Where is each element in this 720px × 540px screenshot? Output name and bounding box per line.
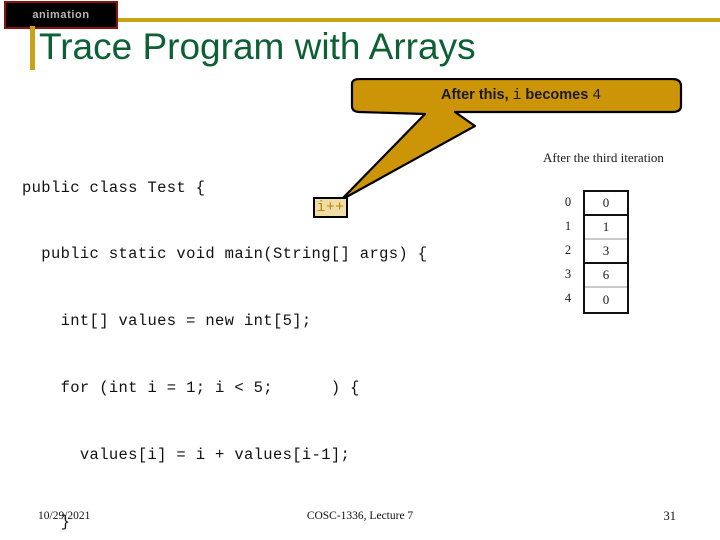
code-listing: public class Test { public static void m… — [22, 132, 427, 540]
increment-highlight-box: i++ — [313, 197, 348, 218]
footer-page-number: 31 — [663, 509, 677, 523]
array-index: 4 — [564, 290, 572, 305]
increment-highlight-label: i++ — [316, 199, 345, 216]
callout-text: After this, i becomes 4 — [360, 87, 682, 104]
array-cell: 0 — [585, 192, 627, 216]
array-cell: 0 — [602, 292, 610, 307]
array-index: 1 — [564, 218, 572, 233]
code-line: for (int i = 1; i < 5; ) { — [22, 379, 360, 398]
animation-badge-label: animation — [32, 9, 90, 21]
callout-prefix: After this, — [440, 87, 509, 103]
callout-value: 4 — [592, 88, 602, 104]
array-diagram-caption: After the third iteration — [543, 150, 664, 165]
page-title: Trace Program with Arrays — [39, 26, 476, 67]
array-index: 2 — [564, 242, 572, 257]
footer-course: COSC-1336, Lecture 7 — [306, 510, 414, 522]
code-line: public static void main(String[] args) { — [22, 245, 428, 264]
callout-variable: i — [512, 88, 522, 104]
code-line: public class Test { — [22, 178, 206, 197]
array-cell: 1 — [585, 216, 627, 240]
title-accent-bar — [30, 26, 35, 70]
callout-middle: becomes — [525, 87, 589, 103]
array-index: 0 — [564, 194, 572, 209]
array-cell: 3 — [585, 240, 627, 264]
array-cells-table: 0 1 3 6 0 — [583, 190, 629, 314]
array-index: 3 — [564, 266, 572, 281]
array-index-column: 0 1 2 3 4 — [560, 190, 576, 310]
code-line: int[] values = new int[5]; — [22, 312, 312, 331]
code-line: values[i] = i + values[i-1]; — [22, 446, 351, 465]
slide-canvas: animation Trace Program with Arrays Afte… — [0, 0, 720, 540]
array-cell: 6 — [585, 264, 627, 288]
header-divider-rule — [118, 18, 720, 22]
